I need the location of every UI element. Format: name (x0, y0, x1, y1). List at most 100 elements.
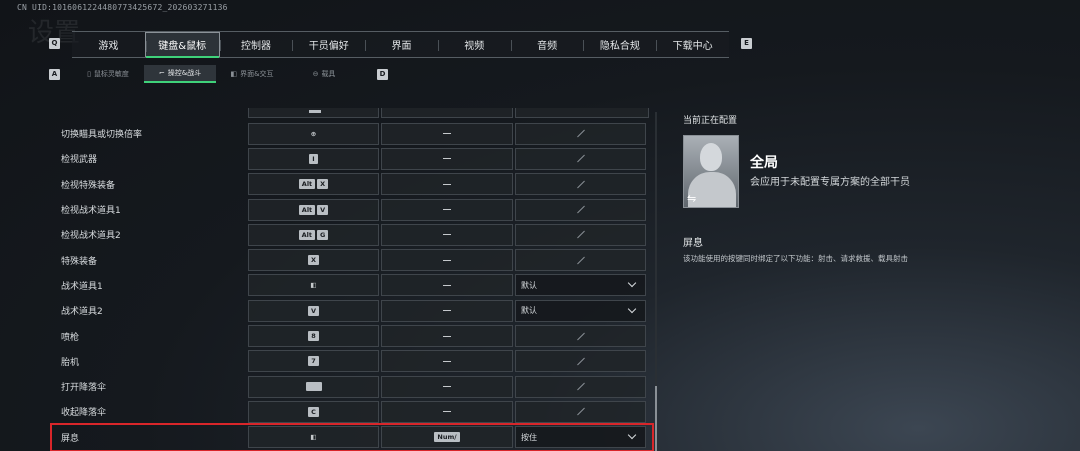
partial-row-mode (515, 108, 649, 118)
binding-row[interactable]: 胎机 7 (52, 349, 652, 374)
primary-key-slot[interactable]: X (248, 249, 379, 272)
secondary-key-slot[interactable] (381, 325, 513, 348)
tab-3[interactable]: 干员偏好 (292, 32, 365, 57)
binding-row[interactable]: 检视战术道具1 Alt V (52, 197, 652, 222)
key-Alt: Alt (298, 204, 316, 215)
interface-icon: ◧ (230, 70, 238, 78)
secondary-key-slot[interactable] (381, 249, 513, 272)
activation-mode-dropdown[interactable]: 默认 (515, 274, 646, 297)
primary-key-slot[interactable]: Alt G (248, 223, 379, 246)
binding-row[interactable]: 收起降落伞 C (52, 399, 652, 424)
secondary-key-slot[interactable] (381, 274, 513, 297)
binding-name: 切换瞄具或切换倍率 (61, 130, 143, 141)
primary-key-slot[interactable] (248, 375, 379, 398)
primary-key-slot[interactable]: ⊕ (248, 122, 379, 145)
binding-name: 打开降落伞 (61, 383, 107, 394)
unbound-dash (443, 386, 451, 388)
chevron-down-icon (627, 430, 637, 440)
unbound-dash (443, 310, 451, 312)
primary-key-slot[interactable]: C (248, 400, 379, 423)
disabled-slash (576, 256, 585, 265)
tab-6[interactable]: 音频 (510, 32, 584, 57)
binding-name: 胎机 (61, 357, 80, 368)
binding-row[interactable]: 检视特殊装备 Alt X (52, 172, 652, 197)
subtab-2[interactable]: ◧ 界面&交互 (216, 65, 288, 83)
primary-key-slot[interactable]: 8 (248, 325, 379, 348)
tab-1[interactable]: 键盘&鼠标 (144, 32, 220, 58)
secondary-key-slot[interactable] (381, 173, 513, 196)
primary-key-slot[interactable]: Alt X (248, 173, 379, 196)
primary-key-slot[interactable]: Alt V (248, 198, 379, 221)
primary-key-slot[interactable]: V (248, 299, 379, 322)
mouse-side-button-icon: ◧ (310, 281, 317, 290)
secondary-key-slot[interactable] (381, 147, 513, 170)
secondary-key-slot[interactable] (381, 375, 513, 398)
unbound-dash (443, 234, 451, 236)
secondary-key-slot[interactable]: Num/ (381, 426, 513, 449)
activation-mode-slot (515, 400, 646, 423)
unbound-dash (443, 284, 451, 286)
activation-mode-dropdown[interactable]: 默认 (515, 299, 646, 322)
binding-name: 特殊装备 (61, 256, 98, 267)
secondary-key-slot[interactable] (381, 299, 513, 322)
activation-mode-dropdown[interactable]: 按住 (515, 426, 646, 449)
binding-row[interactable]: 切换瞄具或切换倍率 ⊕ (52, 121, 652, 146)
disabled-slash (576, 129, 585, 138)
user-id-label: CN UID:1016061224480773425672_2026032711… (17, 3, 228, 12)
key-X: X (317, 179, 329, 190)
binding-name: 屏息 (61, 433, 80, 444)
unbound-dash (443, 183, 451, 185)
key-G: G (317, 229, 329, 240)
binding-row[interactable]: 打开降落伞 (52, 374, 652, 399)
unbound-dash (443, 360, 451, 362)
tab-7[interactable]: 隐私合规 (583, 32, 656, 57)
swap-icon[interactable]: ⇋ (687, 192, 696, 205)
secondary-key-slot[interactable] (381, 198, 513, 221)
binding-row[interactable]: 喷枪 8 (52, 323, 652, 348)
primary-key-slot[interactable]: 7 (248, 350, 379, 373)
binding-row[interactable]: 战术道具1 ◧ 默认 (52, 273, 652, 298)
primary-key-slot[interactable]: ◧ (248, 426, 379, 449)
gun-icon: ⌐ (158, 69, 165, 77)
tab-8[interactable]: 下载中心 (656, 32, 729, 57)
function-detail-description: 该功能使用的按键同时绑定了以下功能：射击、请求救援、载具射击 (683, 254, 908, 263)
secondary-key-slot[interactable] (381, 350, 513, 373)
binding-name: 收起降落伞 (61, 408, 107, 419)
binding-row[interactable]: 检视战术道具2 Alt G (52, 222, 652, 247)
dropdown-value: 默认 (521, 306, 537, 316)
tab-4[interactable]: 界面 (365, 32, 438, 57)
function-detail-title: 屏息 (683, 238, 703, 249)
scrollbar-thumb[interactable] (655, 386, 657, 451)
primary-key-slot[interactable]: I (248, 147, 379, 170)
binding-row[interactable]: 检视武器 I (52, 146, 652, 171)
tab-5[interactable]: 视频 (437, 32, 511, 57)
secondary-key-slot[interactable] (381, 400, 513, 423)
subtab-label: 鼠标灵敏度 (93, 70, 129, 78)
key-Alt: Alt (298, 179, 316, 190)
key-X: X (307, 255, 319, 266)
primary-key-slot[interactable]: ◧ (248, 274, 379, 297)
key-8: 8 (308, 331, 319, 342)
secondary-key-slot[interactable] (381, 223, 513, 246)
activation-mode-slot (515, 223, 646, 246)
subtab-3[interactable]: ⊖ 载具 (288, 65, 360, 83)
list-scrollbar[interactable] (655, 112, 657, 451)
subtab-1[interactable]: ⌐ 操控&战斗 (144, 65, 216, 83)
prev-subtab-key-hint: A (49, 69, 60, 80)
unbound-dash (443, 133, 451, 135)
tab-0[interactable]: 游戏 (72, 32, 145, 57)
subtab-0[interactable]: ▯ 鼠标灵敏度 (72, 65, 144, 83)
key-7: 7 (308, 356, 319, 367)
tab-2[interactable]: 控制器 (219, 32, 293, 57)
chevron-down-icon (627, 304, 637, 313)
disabled-slash (576, 205, 585, 214)
binding-row[interactable]: 特殊装备 X (52, 247, 652, 272)
operator-avatar[interactable]: ⇋ (683, 135, 739, 208)
secondary-key-slot[interactable] (381, 122, 513, 145)
activation-mode-slot (515, 122, 646, 145)
activation-mode-slot (515, 249, 646, 272)
unbound-dash (443, 411, 451, 413)
binding-row[interactable]: 屏息 ◧ Num/按住 (50, 422, 654, 451)
binding-row[interactable]: 战术道具2 V 默认 (52, 298, 652, 323)
key-C: C (308, 406, 319, 417)
